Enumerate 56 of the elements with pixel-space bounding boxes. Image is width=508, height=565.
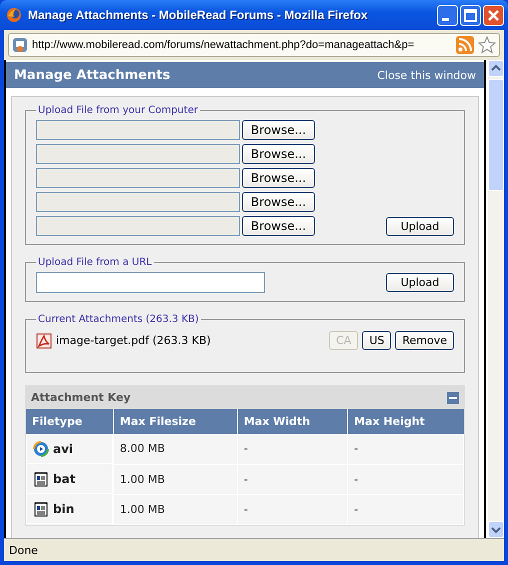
maximize-button[interactable] bbox=[460, 4, 481, 26]
status-text: Done bbox=[9, 544, 38, 556]
column-header: Max Filesize bbox=[113, 409, 238, 434]
fieldset-legend: Current Attachments (263.3 KB) bbox=[36, 314, 201, 325]
table-cell: 1.00 MB bbox=[113, 494, 238, 524]
url-field[interactable] bbox=[36, 272, 265, 293]
table-cell: - bbox=[348, 434, 464, 464]
column-header: Max Height bbox=[348, 409, 464, 434]
browse-button[interactable]: Browse... bbox=[242, 144, 315, 164]
text-file-icon bbox=[33, 470, 49, 486]
collapse-icon[interactable] bbox=[447, 392, 459, 404]
fieldset-legend: Upload File from a URL bbox=[36, 257, 154, 268]
address-field[interactable]: http://www.mobileread.com/forums/newattachment.php?do=manageattach&p= bbox=[8, 33, 500, 57]
table-cell: - bbox=[237, 434, 348, 464]
filetype-text: avi bbox=[53, 442, 74, 456]
scrollbar[interactable] bbox=[488, 60, 504, 538]
browse-button[interactable]: Browse... bbox=[242, 120, 315, 140]
attachment-button[interactable]: Remove bbox=[395, 331, 454, 350]
file-path-field[interactable] bbox=[36, 168, 240, 188]
table-cell: 1.00 MB bbox=[113, 464, 238, 494]
pdf-file-icon bbox=[36, 332, 52, 348]
browse-button[interactable]: Browse... bbox=[242, 168, 315, 188]
attachment-name: image-target.pdf (263.3 KB) bbox=[56, 334, 212, 347]
browse-button[interactable]: Browse... bbox=[242, 216, 315, 236]
minimize-button[interactable] bbox=[437, 4, 458, 26]
table-cell: - bbox=[237, 494, 348, 524]
window-title: Manage Attachments - MobileRead Forums - Mozilla Firefox bbox=[28, 8, 369, 22]
site-icon bbox=[12, 37, 28, 53]
table-cell: - bbox=[348, 464, 464, 494]
table-cell: - bbox=[237, 464, 348, 494]
url-text: http://www.mobileread.com/forums/newattachment.php?do=manageattach&p= bbox=[32, 39, 416, 51]
text-file-icon bbox=[33, 500, 49, 516]
star-icon bbox=[478, 36, 496, 54]
upload-button[interactable]: Upload bbox=[386, 217, 454, 236]
table-cell: 8.00 MB bbox=[113, 434, 238, 464]
close-window-link[interactable]: Close this window bbox=[377, 68, 476, 82]
filetype-text: bin bbox=[53, 502, 74, 516]
file-path-field[interactable] bbox=[36, 192, 240, 212]
feed-icon bbox=[456, 36, 474, 54]
fieldset-legend: Upload File from your Computer bbox=[36, 105, 200, 116]
video-file-icon bbox=[33, 440, 49, 456]
file-path-field[interactable] bbox=[36, 120, 240, 140]
upload-button[interactable]: Upload bbox=[386, 273, 454, 292]
browse-button[interactable]: Browse... bbox=[242, 192, 315, 212]
key-title: Attachment Key bbox=[31, 391, 131, 404]
filetype-text: bat bbox=[53, 472, 76, 486]
attachment-button[interactable]: US bbox=[362, 331, 392, 350]
browser-logo-icon bbox=[6, 7, 22, 23]
close-button[interactable] bbox=[483, 4, 504, 26]
table-cell: - bbox=[348, 494, 464, 524]
column-header: Filetype bbox=[26, 409, 114, 434]
file-path-field[interactable] bbox=[36, 216, 240, 236]
file-path-field[interactable] bbox=[36, 144, 240, 164]
column-header: Max Width bbox=[237, 409, 348, 434]
scroll-thumb[interactable] bbox=[488, 79, 504, 191]
page-title: Manage Attachments bbox=[14, 68, 170, 82]
